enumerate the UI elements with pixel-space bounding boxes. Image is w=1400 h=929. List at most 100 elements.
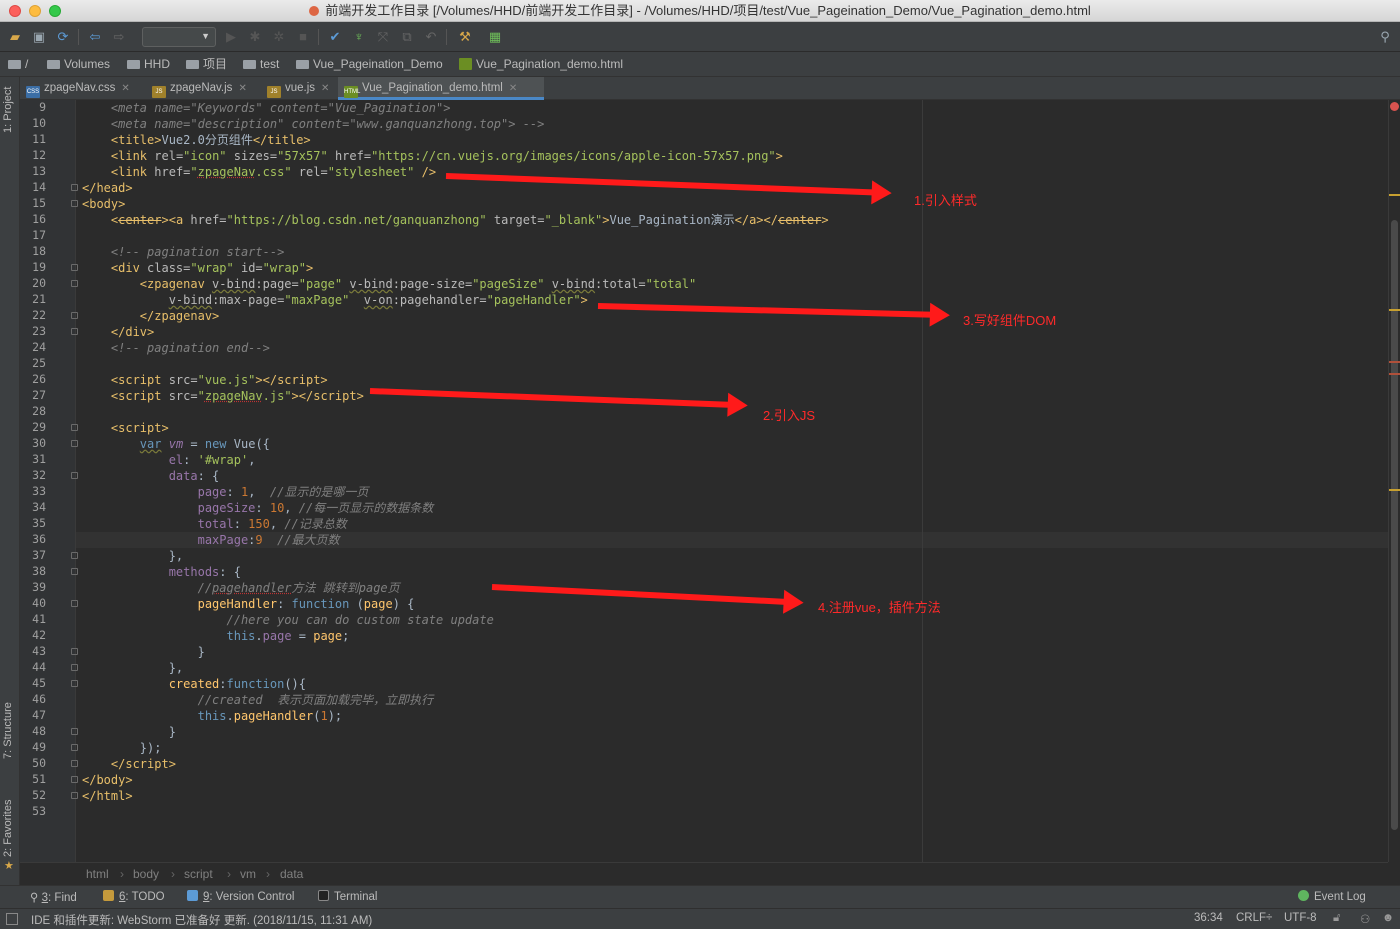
project-structure-icon[interactable]: ▦ <box>486 28 504 46</box>
sync-icon[interactable]: ⟳ <box>54 28 72 46</box>
main-toolbar: ▰ ▣ ⟳ ⇦ ⇨ ▼ ▶ ✱ ✲ ■ ✔ ♆ ⤧ ⧉ ↶ ⚒ ▦ ⚲ <box>0 22 1400 52</box>
status-message[interactable]: IDE 和插件更新: WebStorm 已准备好 更新. (2018/11/15… <box>31 912 372 928</box>
version-control-tool-button[interactable]: 9: Version Control <box>187 890 294 903</box>
fold-marker[interactable] <box>71 600 78 607</box>
crumb-script[interactable]: script <box>184 867 213 881</box>
revert-icon[interactable]: ↶ <box>422 28 440 46</box>
chevron-down-icon: ▼ <box>201 31 210 41</box>
git-icon[interactable]: ⚇ <box>1360 912 1370 926</box>
save-icon[interactable]: ▣ <box>30 28 48 46</box>
code-editor[interactable]: 9 10 11 12 13 14 15 16 17 18 19 20 21 22… <box>20 100 1388 862</box>
stop-icon[interactable]: ■ <box>294 28 312 46</box>
fold-marker[interactable] <box>71 280 78 287</box>
breadcrumb-volumes[interactable]: Volumes <box>47 56 110 73</box>
folder-icon <box>47 60 60 69</box>
crumb-data[interactable]: data <box>280 867 303 881</box>
lock-icon[interactable]: 🔓︎ <box>1333 912 1340 925</box>
tab-zpagenav-css[interactable]: CSS zpageNav.css ✕ <box>20 77 142 100</box>
line-separator[interactable]: CRLF÷ <box>1236 912 1272 924</box>
crumb-vm[interactable]: vm <box>240 867 256 881</box>
fold-marker[interactable] <box>71 568 78 575</box>
breadcrumb-file[interactable]: Vue_Pagination_demo.html <box>459 56 623 73</box>
fold-marker[interactable] <box>71 744 78 751</box>
fold-marker[interactable] <box>71 680 78 687</box>
run-icon[interactable]: ▶ <box>222 28 240 46</box>
tab-zpagenav-js[interactable]: JS zpageNav.js ✕ <box>146 77 260 100</box>
crumb-html[interactable]: html <box>86 867 109 881</box>
breadcrumb-project[interactable]: 项目 <box>186 56 227 73</box>
todo-tool-button[interactable]: 6: TODO <box>103 890 165 903</box>
crumb-body[interactable]: body <box>133 867 159 881</box>
editor-gutter: 9 10 11 12 13 14 15 16 17 18 19 20 21 22… <box>20 100 78 862</box>
todo-icon <box>103 890 114 901</box>
event-log-button[interactable]: Event Log <box>1298 890 1366 903</box>
star-icon: ★ <box>4 860 14 872</box>
fold-marker[interactable] <box>71 184 78 191</box>
folder-icon <box>186 60 199 69</box>
vcs-update-icon[interactable]: ✔ <box>326 28 344 46</box>
webstorm-doc-icon <box>309 6 320 16</box>
fold-marker[interactable] <box>71 792 78 799</box>
editor-breadcrumb: html › body › script › vm › data <box>20 862 1388 885</box>
error-indicator-icon[interactable] <box>1390 102 1399 111</box>
fold-marker[interactable] <box>71 264 78 271</box>
close-window-button[interactable] <box>9 5 21 17</box>
close-tab-icon[interactable]: ✕ <box>509 83 517 94</box>
fold-marker[interactable] <box>71 472 78 479</box>
annotation-label-1: 1.引入样式 <box>914 193 977 208</box>
fold-marker[interactable] <box>71 312 78 319</box>
fold-marker[interactable] <box>71 200 78 207</box>
navigation-bar: / Volumes HHD 项目 test Vue_Pageination_De… <box>0 52 1400 77</box>
fold-marker[interactable] <box>71 776 78 783</box>
breadcrumb-hhd[interactable]: HHD <box>127 56 170 73</box>
open-folder-icon[interactable]: ▰ <box>6 28 24 46</box>
fold-marker[interactable] <box>71 424 78 431</box>
status-bar: IDE 和插件更新: WebStorm 已准备好 更新. (2018/11/15… <box>0 908 1400 929</box>
back-arrow-icon[interactable]: ⇦ <box>86 28 104 46</box>
project-tool-tab[interactable]: 1: Project <box>2 87 14 133</box>
close-tab-icon[interactable]: ✕ <box>238 83 246 94</box>
fold-marker[interactable] <box>71 552 78 559</box>
toggle-tool-windows-icon[interactable] <box>6 913 18 925</box>
favorites-tool-tab[interactable]: 2: Favorites <box>2 800 14 857</box>
vcs-compare-icon[interactable]: ⤧ <box>374 28 392 46</box>
left-tool-strip: 1: Project 7: Structure 2: Favorites ★ <box>0 77 20 885</box>
fold-marker[interactable] <box>71 728 78 735</box>
coverage-icon[interactable]: ✲ <box>270 28 288 46</box>
breadcrumb-test[interactable]: test <box>243 56 279 73</box>
fold-marker[interactable] <box>71 760 78 767</box>
terminal-tool-button[interactable]: Terminal <box>318 890 377 903</box>
vcs-history-icon[interactable]: ⧉ <box>398 28 416 46</box>
title-bar: 前端开发工作目录 [/Volumes/HHD/前端开发工作目录] - /Volu… <box>0 0 1400 22</box>
error-stripe[interactable] <box>1388 100 1400 862</box>
editor-tabs: CSS zpageNav.css ✕ JS zpageNav.js ✕ JS vue.js… <box>20 77 1400 100</box>
terminal-icon <box>318 890 329 901</box>
fold-marker[interactable] <box>71 440 78 447</box>
js-file-icon: JS <box>152 86 166 98</box>
close-tab-icon[interactable]: ✕ <box>121 83 129 94</box>
tab-vue-js[interactable]: JS vue.js ✕ <box>261 77 337 100</box>
vertical-scrollbar[interactable] <box>1391 220 1398 830</box>
file-encoding[interactable]: UTF-8 <box>1284 912 1317 924</box>
vcs-commit-icon[interactable]: ♆ <box>350 28 368 46</box>
find-tool-button[interactable]: ⚲ 3: Find <box>30 890 77 904</box>
maximize-window-button[interactable] <box>49 5 61 17</box>
folder-icon <box>243 60 256 69</box>
run-config-select[interactable]: ▼ <box>142 27 216 47</box>
fold-marker[interactable] <box>71 664 78 671</box>
inspector-icon[interactable]: ☻ <box>1382 912 1394 924</box>
html-file-icon <box>459 58 472 70</box>
settings-wrench-icon[interactable]: ⚒ <box>456 28 474 46</box>
structure-tool-tab[interactable]: 7: Structure <box>2 702 14 759</box>
fold-marker[interactable] <box>71 328 78 335</box>
forward-arrow-icon[interactable]: ⇨ <box>110 28 128 46</box>
search-icon[interactable]: ⚲ <box>1376 28 1394 46</box>
caret-position[interactable]: 36:34 <box>1194 912 1223 924</box>
debug-icon[interactable]: ✱ <box>246 28 264 46</box>
breadcrumb-root[interactable]: / <box>8 56 28 73</box>
minimize-window-button[interactable] <box>29 5 41 17</box>
breadcrumb-demo-folder[interactable]: Vue_Pageination_Demo <box>296 56 443 73</box>
close-tab-icon[interactable]: ✕ <box>321 83 329 94</box>
fold-marker[interactable] <box>71 648 78 655</box>
tab-vue-pagination-demo-html[interactable]: HTML Vue_Pagination_demo.html ✕ <box>338 77 544 100</box>
